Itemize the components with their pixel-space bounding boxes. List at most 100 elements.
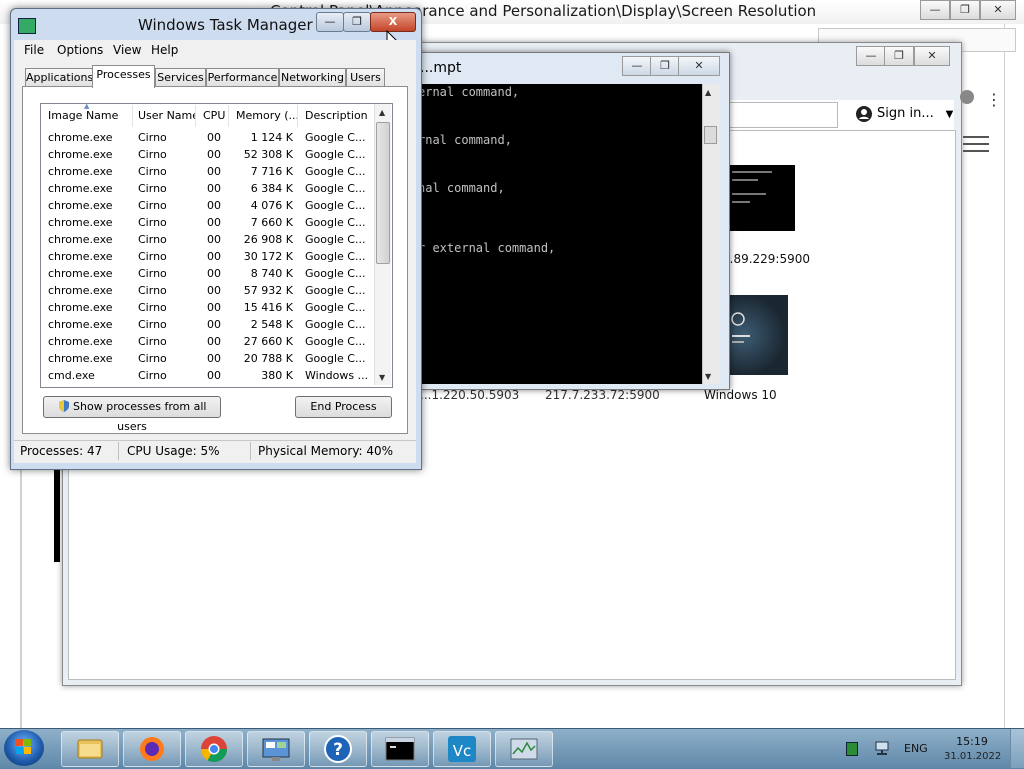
- chrome-icon: [200, 736, 228, 763]
- taskbar-explorer-button[interactable]: [61, 731, 119, 767]
- tab-users[interactable]: Users: [346, 68, 385, 87]
- status-cpu-usage: CPU Usage: 5%: [127, 444, 220, 458]
- taskbar-help-button[interactable]: ?: [309, 731, 367, 767]
- taskbar-chrome-button[interactable]: [185, 731, 243, 767]
- tab-applications[interactable]: Applications: [25, 68, 93, 87]
- cell-description: Google C...: [305, 318, 366, 331]
- tm-restore-button[interactable]: ❐: [343, 12, 371, 32]
- cp-minimize-button[interactable]: —: [920, 0, 950, 20]
- cell-user-name: Cirno: [138, 216, 167, 229]
- taskbar-control-panel-button[interactable]: [247, 731, 305, 767]
- console-line: r external command,: [418, 241, 556, 255]
- cmd-minimize-button[interactable]: —: [622, 56, 652, 76]
- network-icon[interactable]: [874, 740, 890, 756]
- scroll-down-icon[interactable]: ▼: [705, 372, 711, 381]
- cell-cpu: 00: [207, 369, 221, 382]
- cmd-scroll-thumb[interactable]: [704, 126, 717, 144]
- tab-processes[interactable]: Processes: [92, 65, 155, 88]
- column-cpu[interactable]: CPU: [196, 105, 229, 127]
- menu-file[interactable]: File: [24, 43, 44, 57]
- cell-user-name: Cirno: [138, 250, 167, 263]
- connection-label: 217.7.233.72:5900: [545, 388, 660, 402]
- connection-thumbnail[interactable]: [726, 165, 795, 231]
- vnc-icon: Vc: [448, 736, 476, 762]
- svg-text:?: ?: [333, 740, 343, 760]
- cell-description: Windows ...: [305, 369, 367, 382]
- cell-cpu: 00: [207, 165, 221, 178]
- language-indicator[interactable]: ENG: [904, 742, 928, 755]
- table-row[interactable]: chrome.exe Cirno 00 1 124 K Google C...: [41, 129, 374, 146]
- cell-user-name: Cirno: [138, 233, 167, 246]
- cell-image-name: chrome.exe: [48, 267, 113, 280]
- hamburger-menu-icon[interactable]: [963, 134, 989, 154]
- menu-help[interactable]: Help: [151, 43, 178, 57]
- end-process-button[interactable]: End Process: [295, 396, 392, 418]
- user-icon: [856, 106, 872, 122]
- show-all-processes-button[interactable]: Show processes from all users: [43, 396, 221, 433]
- cell-user-name: Cirno: [138, 131, 167, 144]
- table-row[interactable]: cmd.exe Cirno 00 380 K Windows ...: [41, 367, 374, 384]
- cell-user-name: Cirno: [138, 182, 167, 195]
- table-row[interactable]: chrome.exe Cirno 00 57 932 K Google C...: [41, 282, 374, 299]
- firefox-icon: [140, 737, 164, 761]
- table-row[interactable]: chrome.exe Cirno 00 4 076 K Google C...: [41, 197, 374, 214]
- tab-performance[interactable]: Performance: [206, 68, 279, 87]
- clock-date[interactable]: 31.01.2022: [944, 751, 1001, 762]
- vnc-search-input[interactable]: [720, 102, 838, 128]
- sign-in-button[interactable]: Sign in... ▼: [877, 106, 953, 121]
- table-row[interactable]: chrome.exe Cirno 00 27 660 K Google C...: [41, 333, 374, 350]
- start-button[interactable]: [4, 730, 44, 766]
- scroll-down-icon[interactable]: ▼: [379, 373, 385, 382]
- vnc-close-button[interactable]: ✕: [914, 46, 950, 66]
- table-row[interactable]: chrome.exe Cirno 00 15 416 K Google C...: [41, 299, 374, 316]
- cell-image-name: chrome.exe: [48, 199, 113, 212]
- process-list-scroll-thumb[interactable]: [376, 122, 390, 264]
- table-row[interactable]: chrome.exe Cirno 00 7 660 K Google C...: [41, 214, 374, 231]
- taskbar-task-manager-button[interactable]: [495, 731, 553, 767]
- table-row[interactable]: chrome.exe Cirno 00 7 716 K Google C...: [41, 163, 374, 180]
- table-row[interactable]: chrome.exe Cirno 00 20 788 K Google C...: [41, 350, 374, 367]
- menu-view[interactable]: View: [113, 43, 141, 57]
- scroll-up-icon[interactable]: ▲: [379, 108, 385, 117]
- tm-minimize-button[interactable]: —: [316, 12, 344, 32]
- cell-cpu: 00: [207, 148, 221, 161]
- show-desktop-button[interactable]: [1010, 729, 1024, 768]
- table-row[interactable]: chrome.exe Cirno 00 26 908 K Google C...: [41, 231, 374, 248]
- cmd-title: ...mpt: [420, 60, 462, 76]
- cmd-console-output[interactable]: [412, 84, 702, 384]
- tab-networking[interactable]: Networking: [279, 68, 346, 87]
- table-row[interactable]: chrome.exe Cirno 00 8 740 K Google C...: [41, 265, 374, 282]
- column-user-name[interactable]: User Name: [131, 105, 196, 127]
- cell-memory: 4 076 K: [250, 199, 293, 212]
- taskbar-cmd-button[interactable]: [371, 731, 429, 767]
- column-memory[interactable]: Memory (...: [229, 105, 298, 127]
- cp-close-button[interactable]: ✕: [980, 0, 1016, 20]
- tm-close-button[interactable]: X: [370, 12, 416, 32]
- vnc-minimize-button[interactable]: —: [856, 46, 886, 66]
- table-row[interactable]: chrome.exe Cirno 00 2 548 K Google C...: [41, 316, 374, 333]
- cell-cpu: 00: [207, 335, 221, 348]
- clock-time[interactable]: 15:19: [944, 735, 1000, 748]
- tray-app-icon[interactable]: [846, 742, 858, 756]
- status-physical-memory: Physical Memory: 40%: [258, 444, 394, 458]
- tab-services[interactable]: Services: [155, 68, 206, 87]
- connection-thumbnail[interactable]: [726, 295, 788, 375]
- menu-options[interactable]: Options: [57, 43, 103, 57]
- cp-restore-button[interactable]: ❐: [950, 0, 980, 20]
- underlying-window-edge: [54, 470, 60, 562]
- cmd-restore-button[interactable]: ❐: [650, 56, 680, 76]
- cmd-close-button[interactable]: ✕: [678, 56, 720, 76]
- cell-description: Google C...: [305, 199, 366, 212]
- cell-user-name: Cirno: [138, 352, 167, 365]
- task-manager-icon: [510, 738, 538, 760]
- table-row[interactable]: chrome.exe Cirno 00 30 172 K Google C...: [41, 248, 374, 265]
- taskbar-firefox-button[interactable]: [123, 731, 181, 767]
- taskbar-vnc-button[interactable]: Vc: [433, 731, 491, 767]
- column-description[interactable]: Description: [298, 105, 374, 127]
- table-row[interactable]: chrome.exe Cirno 00 52 308 K Google C...: [41, 146, 374, 163]
- kebab-menu-icon[interactable]: ⋮: [986, 90, 1002, 109]
- control-panel-icon: [262, 738, 290, 761]
- vnc-restore-button[interactable]: ❐: [884, 46, 914, 66]
- scroll-up-icon[interactable]: ▲: [705, 88, 711, 97]
- table-row[interactable]: chrome.exe Cirno 00 6 384 K Google C...: [41, 180, 374, 197]
